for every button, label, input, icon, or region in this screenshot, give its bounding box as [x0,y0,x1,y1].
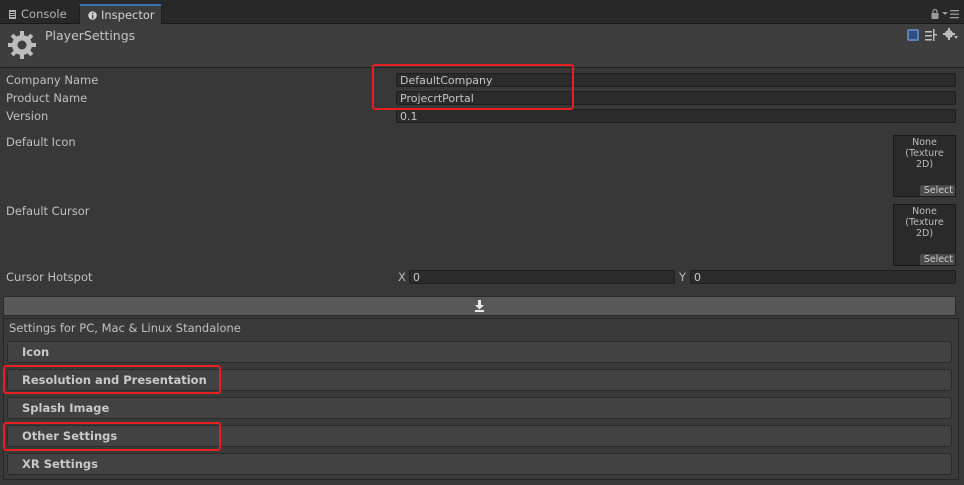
section-icon[interactable]: Icon [7,341,952,363]
section-xr-settings[interactable]: XR Settings [7,453,952,475]
highlight-box-other-settings [3,422,221,451]
help-icon[interactable] [907,29,919,41]
tab-console-label: Console [21,7,67,21]
platform-tab-bar[interactable] [3,296,956,316]
download-arrow-icon [474,300,485,312]
preset-icon[interactable] [925,29,937,41]
tab-bar: Console Inspector [0,0,964,24]
highlight-box-names [372,64,574,110]
inspector-header [0,24,964,68]
cursor-hotspot-label: Cursor Hotspot [6,270,93,284]
version-label: Version [6,109,48,123]
default-cursor-label: Default Cursor [6,204,89,218]
info-icon [88,11,97,20]
highlight-box-resolution [3,365,221,394]
tab-inspector[interactable]: Inspector [79,4,162,24]
section-splash-image[interactable]: Splash Image [7,397,952,419]
default-icon-slot[interactable]: None (Texture 2D) Select [893,135,956,197]
hotspot-y-field[interactable]: 0 [690,270,956,284]
hotspot-x-field[interactable]: 0 [409,270,675,284]
default-icon-slot-text: None (Texture 2D) [894,136,955,170]
tab-menu-icon[interactable] [942,9,960,19]
tab-inspector-label: Inspector [101,8,155,22]
default-cursor-slot-text: None (Texture 2D) [894,205,955,239]
default-icon-select-button[interactable]: Select [920,185,955,196]
default-cursor-select-button[interactable]: Select [920,254,955,265]
settings-menu-icon[interactable] [943,28,959,41]
page-title: PlayerSettings [45,28,135,43]
version-field[interactable]: 0.1 [396,109,956,123]
product-name-label: Product Name [6,91,87,105]
lock-icon[interactable] [931,9,939,19]
default-cursor-slot[interactable]: None (Texture 2D) Select [893,204,956,266]
gear-icon [7,30,37,60]
hotspot-y-label: Y [679,270,686,284]
hotspot-x-label: X [398,270,406,284]
default-icon-label: Default Icon [6,135,76,149]
tab-console[interactable]: Console [0,5,73,23]
company-name-label: Company Name [6,73,98,87]
platform-title: Settings for PC, Mac & Linux Standalone [9,321,241,335]
console-icon [8,10,17,19]
